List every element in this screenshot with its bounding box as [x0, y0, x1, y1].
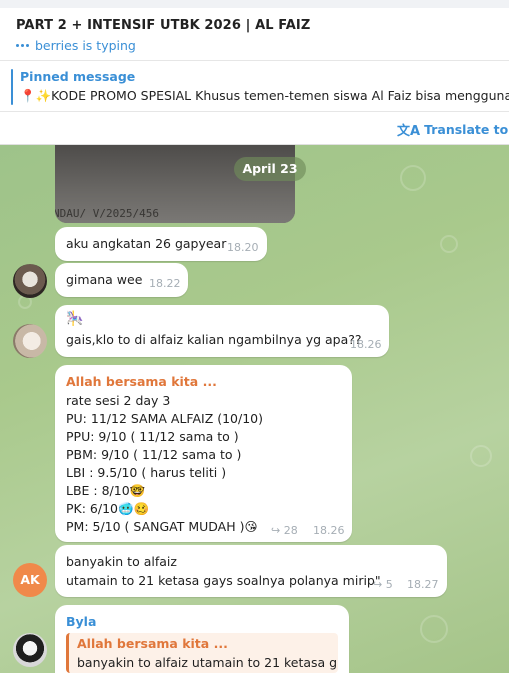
message-line: LBI : 9.5/10 ( harus teliti )	[66, 465, 227, 480]
date-separator: April 23	[234, 157, 306, 181]
bg-doodle	[470, 445, 492, 467]
pinned-message-bar[interactable]: Pinned message 📍✨KODE PROMO SPESIAL Khus…	[0, 61, 509, 112]
chat-area[interactable]: NDAU/ V/2025/456 April 23 aku angkatan 2…	[0, 145, 509, 673]
message-line: rate sesi 2 day 3	[66, 393, 171, 408]
chat-header[interactable]: PART 2 + INTENSIF UTBK 2026 | AL FAIZ be…	[0, 8, 509, 61]
forward-count: ↪ 5	[373, 578, 393, 591]
bg-doodle	[440, 235, 458, 253]
forward-count: ↪ 28	[271, 524, 298, 537]
typing-text: berries is typing	[35, 38, 136, 53]
pinned-text: 📍✨KODE PROMO SPESIAL Khusus temen-temen …	[20, 88, 509, 103]
typing-dots-icon	[16, 44, 29, 47]
message-bubble[interactable]: banyakin to alfaiz utamain to 21 ketasa …	[55, 545, 447, 597]
message-time: 18.26	[350, 338, 382, 351]
forward-arrow-icon: ↪	[271, 524, 284, 537]
message-line: utamain to 21 ketasa gays soalnya polany…	[66, 573, 381, 588]
avatar[interactable]	[13, 633, 47, 667]
message-bubble[interactable]: Allah bersama kita ... rate sesi 2 day 3…	[55, 365, 352, 542]
photo-caption-text: NDAU/ V/2025/456	[55, 207, 159, 220]
translate-button[interactable]: 文A Translate to En	[397, 120, 509, 139]
message-line: LBE : 8/10🤓	[66, 483, 146, 498]
message-text: aku angkatan 26 gapyear	[66, 236, 227, 251]
reply-sender: Allah bersama kita ...	[77, 636, 228, 651]
message-bubble[interactable]: aku angkatan 26 gapyear 18.20	[55, 227, 267, 261]
chat-title: PART 2 + INTENSIF UTBK 2026 | AL FAIZ	[16, 18, 311, 33]
message-text: gimana wee	[66, 272, 143, 287]
pinned-label: Pinned message	[20, 69, 136, 84]
bg-doodle	[420, 615, 448, 643]
message-line: PBM: 9/10 ( 11/12 sama to )	[66, 447, 242, 462]
reply-quote[interactable]: Allah bersama kita ... banyakin to alfai…	[66, 633, 338, 673]
message-bubble[interactable]: gimana wee 18.22	[55, 263, 188, 297]
translate-icon: 文A	[397, 124, 421, 139]
message-line: PM: 5/10 ( SANGAT MUDAH )😘	[66, 519, 258, 534]
message-sender: Allah bersama kita ...	[66, 374, 217, 389]
message-time: 18.27	[407, 578, 439, 591]
bg-doodle	[400, 165, 426, 191]
message-line: PK: 6/10🥶🥴	[66, 501, 150, 516]
pinned-accent-bar	[11, 69, 13, 105]
message-text: gais,klo to di alfaiz kalian ngambilnya …	[66, 332, 362, 347]
message-line: banyakin to alfaiz	[66, 554, 177, 569]
translate-bar: 文A Translate to En	[0, 112, 509, 145]
message-bubble[interactable]: 🎠 gais,klo to di alfaiz kalian ngambilny…	[55, 305, 389, 357]
typing-indicator: berries is typing	[16, 38, 136, 53]
window-top-strip	[0, 0, 509, 8]
translate-label: Translate to En	[424, 122, 509, 137]
sticker-emoji: 🎠	[66, 311, 84, 327]
avatar[interactable]	[13, 324, 47, 358]
message-line: PPU: 9/10 ( 11/12 sama to )	[66, 429, 239, 444]
reply-text: banyakin to alfaiz utamain to 21 ketasa …	[77, 655, 338, 670]
message-line: PU: 11/12 SAMA ALFAIZ (10/10)	[66, 411, 264, 426]
avatar[interactable]: AK	[13, 563, 47, 597]
message-time: 18.26	[313, 524, 345, 537]
avatar[interactable]	[13, 264, 47, 298]
message-sender: Byla	[66, 614, 97, 629]
message-time: 18.20	[227, 241, 259, 254]
message-time: 18.22	[149, 277, 181, 290]
forward-arrow-icon: ↪	[373, 578, 386, 591]
